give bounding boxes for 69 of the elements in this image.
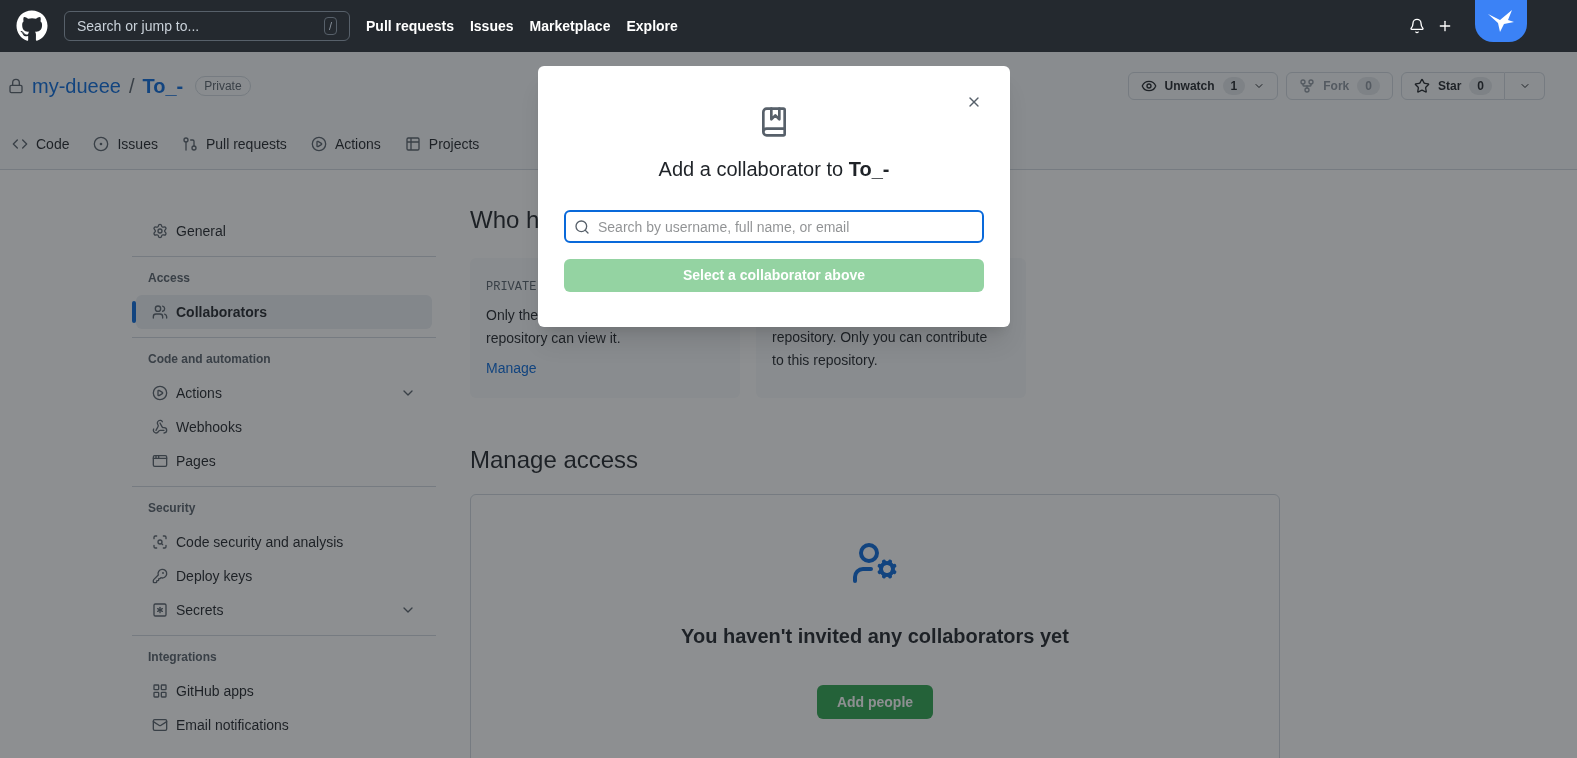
card-text: Only the xyxy=(486,306,540,325)
fork-icon xyxy=(1299,77,1316,94)
plus-icon[interactable] xyxy=(1437,18,1453,34)
search-icon xyxy=(574,219,590,235)
path-separator: / xyxy=(128,73,135,99)
repo-tab[interactable]: Code xyxy=(12,133,70,155)
browser-icon xyxy=(152,453,168,469)
dialog-title: Add a collaborator to To_- xyxy=(658,157,890,182)
sidebar-item[interactable]: Email notifications xyxy=(136,708,432,742)
mail-icon xyxy=(152,717,168,733)
sidebar-item[interactable]: General xyxy=(136,214,432,248)
sidebar-item[interactable]: Webhooks xyxy=(136,410,432,444)
settings-icon xyxy=(152,223,168,239)
card-text: to this repository. xyxy=(772,351,879,370)
key-icon xyxy=(152,568,168,584)
people-icon xyxy=(152,304,168,320)
repo-tab[interactable]: Pull requests xyxy=(181,133,287,155)
lock-icon xyxy=(8,77,24,94)
count-badge: 1 xyxy=(1222,76,1246,95)
repo-tab[interactable]: Actions xyxy=(310,133,381,155)
card-label: PRIVATE xyxy=(486,279,538,296)
bell-icon[interactable] xyxy=(1409,18,1425,34)
watch-button[interactable]: Unwatch 1 xyxy=(1127,71,1279,100)
repo-tab[interactable]: Projects xyxy=(404,133,480,155)
sidebar-item[interactable]: Collaborators xyxy=(136,295,432,329)
selected-indicator xyxy=(132,301,136,323)
nav-link[interactable]: Issues xyxy=(469,15,514,37)
scan-icon xyxy=(152,534,168,550)
collaborator-search-field[interactable]: Search by username, full name, or email xyxy=(564,210,984,243)
sidebar-item[interactable]: Pages xyxy=(136,444,432,478)
star-icon xyxy=(1413,77,1430,94)
search-placeholder: Search or jump to... xyxy=(77,16,200,36)
manage-link[interactable]: Manage xyxy=(486,358,724,379)
play-icon xyxy=(152,385,168,401)
repo-tab[interactable]: Issues xyxy=(93,133,158,155)
section-heading: Who h xyxy=(470,205,540,235)
search-field[interactable]: Search or jump to... / xyxy=(64,11,350,41)
star-button[interactable]: Star 0 xyxy=(1400,71,1505,100)
github-logo-icon[interactable] xyxy=(16,10,48,42)
sidebar-item[interactable]: Deploy keys xyxy=(136,559,432,593)
sidebar-item[interactable]: GitHub apps xyxy=(136,674,432,708)
asterisk-icon xyxy=(152,602,168,618)
grid-icon xyxy=(152,683,168,699)
nav-link[interactable]: Pull requests xyxy=(366,15,454,37)
play-icon xyxy=(310,136,327,153)
card-text: repository. Only you can contribute xyxy=(772,328,989,347)
star-menu-button[interactable] xyxy=(1505,71,1545,100)
issue-icon xyxy=(93,136,110,153)
repo-name-link[interactable]: To_- xyxy=(142,70,184,101)
count-badge: 0 xyxy=(1469,76,1492,95)
sidebar-item[interactable]: Secrets xyxy=(136,593,432,627)
section-heading: Manage access xyxy=(470,445,640,475)
nav-link[interactable]: Marketplace xyxy=(529,15,611,37)
shortcut-key: / xyxy=(323,16,337,36)
bird-app-icon[interactable] xyxy=(1475,0,1527,42)
sidebar-heading: Code and automation xyxy=(147,351,272,368)
pull-request-icon xyxy=(181,136,198,153)
sidebar-item[interactable]: Code security and analysis xyxy=(136,525,432,559)
repo-owner-link[interactable]: my-dueee xyxy=(32,70,121,101)
sidebar-heading: Integrations xyxy=(147,649,218,666)
sidebar-heading: Access xyxy=(147,270,192,287)
webhook-icon xyxy=(152,419,168,435)
table-icon xyxy=(404,136,421,153)
card-text: repository can view it. xyxy=(486,329,622,348)
sidebar-item[interactable]: Actions xyxy=(136,376,432,410)
select-collaborator-button: Select a collaborator above xyxy=(564,259,984,292)
empty-state-text: You haven't invited any collaborators yet xyxy=(681,624,1069,649)
nav-link[interactable]: Explore xyxy=(626,15,678,37)
sidebar-heading: Security xyxy=(147,500,197,517)
